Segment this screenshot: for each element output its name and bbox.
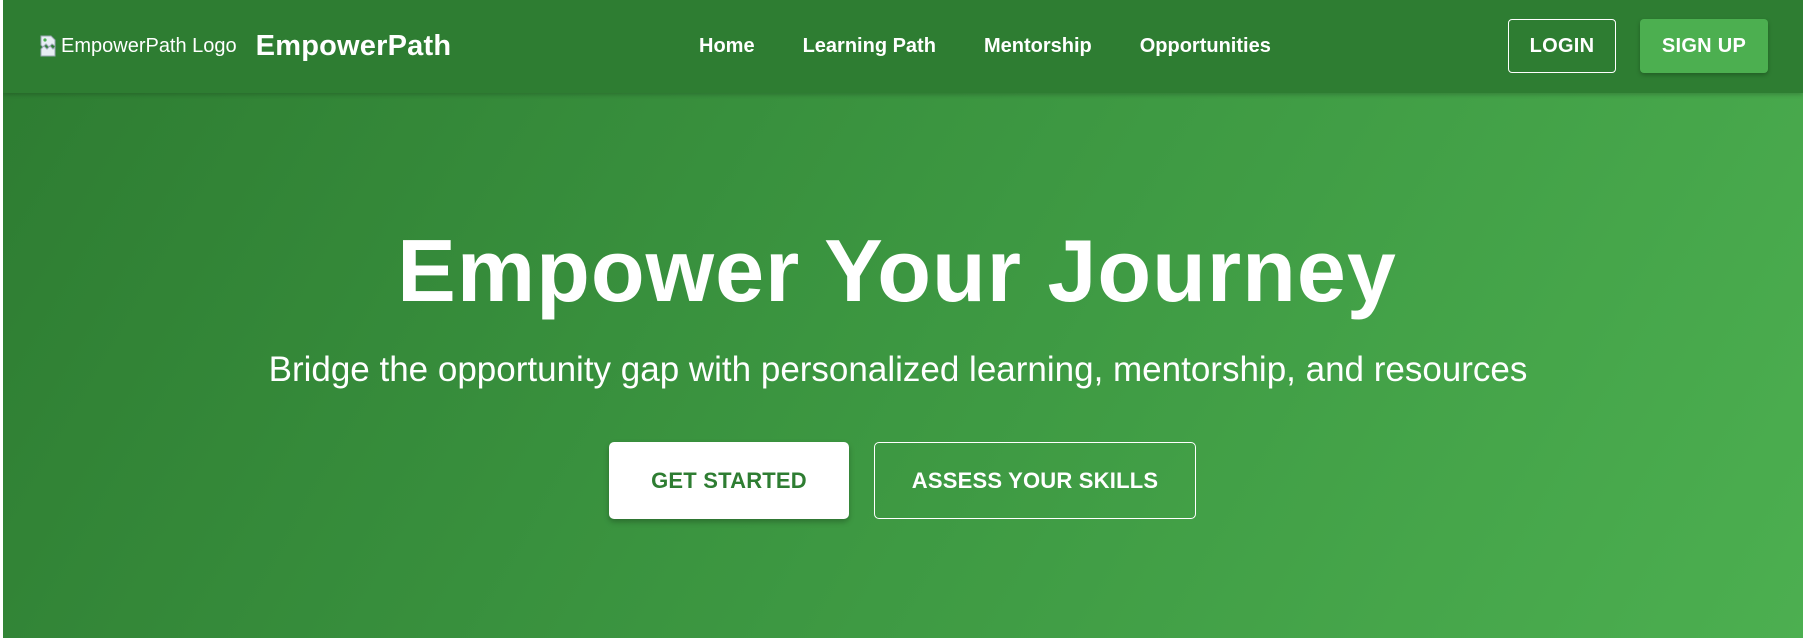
signup-button[interactable]: SIGN UP xyxy=(1640,19,1768,73)
logo-image[interactable]: EmpowerPath Logo xyxy=(39,34,237,58)
navbar: EmpowerPath Logo EmpowerPath Home Learni… xyxy=(3,0,1803,93)
hero-subtitle: Bridge the opportunity gap with personal… xyxy=(268,350,1528,389)
auth-actions: LOGIN SIGN UP xyxy=(1508,19,1768,73)
hero-title: Empower Your Journey xyxy=(397,221,1397,320)
broken-image-icon xyxy=(39,34,59,58)
page: EmpowerPath Logo EmpowerPath Home Learni… xyxy=(3,0,1803,638)
nav-mentorship[interactable]: Mentorship xyxy=(984,35,1092,58)
login-button[interactable]: LOGIN xyxy=(1508,19,1616,73)
get-started-button[interactable]: GET STARTED xyxy=(609,442,849,519)
nav-opportunities[interactable]: Opportunities xyxy=(1140,35,1271,58)
nav-home[interactable]: Home xyxy=(699,35,755,58)
brand[interactable]: EmpowerPath Logo EmpowerPath xyxy=(39,28,451,64)
logo-alt-text: EmpowerPath Logo xyxy=(61,35,237,57)
hero-section: Empower Your Journey Bridge the opportun… xyxy=(3,93,1803,638)
brand-name[interactable]: EmpowerPath xyxy=(256,30,452,63)
main-nav: Home Learning Path Mentorship Opportunit… xyxy=(699,33,1271,59)
hero-cta-group: GET STARTED ASSESS YOUR SKILLS xyxy=(609,442,1196,519)
nav-learning-path[interactable]: Learning Path xyxy=(803,35,936,58)
assess-skills-button[interactable]: ASSESS YOUR SKILLS xyxy=(874,442,1196,519)
